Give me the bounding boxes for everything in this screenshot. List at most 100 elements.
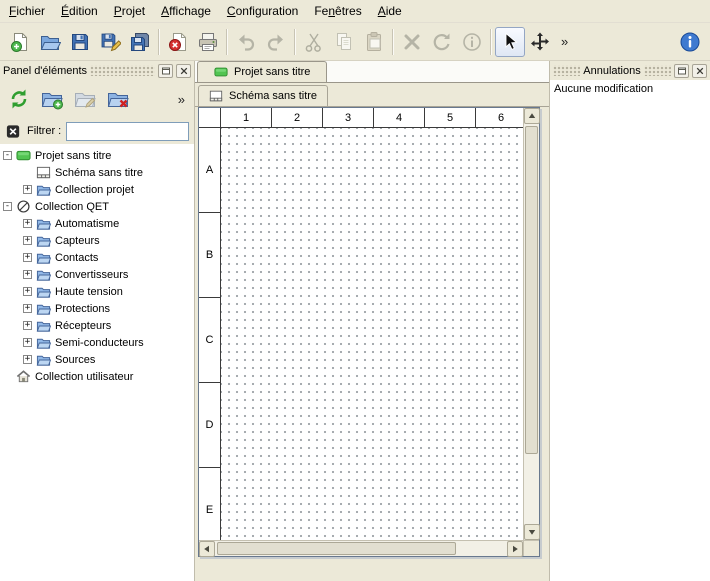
arrow-right-icon — [511, 545, 519, 553]
expand-icon[interactable]: + — [23, 219, 32, 228]
tree-item[interactable]: +Convertisseurs — [0, 266, 194, 283]
menu-configuration[interactable]: Configuration — [219, 0, 306, 22]
tree-item[interactable]: +Capteurs — [0, 232, 194, 249]
delete-category-button[interactable] — [103, 84, 133, 114]
menu-fichier[interactable]: Fichier — [1, 0, 53, 22]
collapse-icon[interactable]: - — [3, 151, 12, 160]
tree-item[interactable]: + Collection projet — [0, 181, 194, 198]
arrow-left-icon — [203, 545, 211, 553]
about-button[interactable] — [675, 27, 705, 57]
dock-close-button[interactable] — [692, 64, 707, 78]
open-project-button[interactable] — [35, 27, 65, 57]
expand-icon[interactable]: + — [23, 253, 32, 262]
menu-fenetres[interactable]: Fenêtres — [306, 0, 369, 22]
dock-handle[interactable] — [553, 65, 580, 76]
menu-edition[interactable]: Édition — [53, 0, 106, 22]
dock-float-button[interactable] — [674, 64, 689, 78]
new-category-button[interactable] — [37, 84, 67, 114]
arrow-up-icon — [528, 112, 536, 120]
expand-icon[interactable]: + — [23, 287, 32, 296]
tree-item[interactable]: -Projet sans titre — [0, 147, 194, 164]
new-project-button[interactable] — [5, 27, 35, 57]
save-as-button[interactable] — [95, 27, 125, 57]
tree-item[interactable]: +Protections — [0, 300, 194, 317]
clear-filter-icon[interactable] — [5, 123, 22, 140]
elements-panel-titlebar: Panel d'éléments — [0, 61, 194, 80]
select-tool-button[interactable] — [495, 27, 525, 57]
toolbar-separator — [158, 29, 160, 55]
expand-icon[interactable]: + — [23, 304, 32, 313]
scrollbar-corner — [523, 540, 539, 556]
collapse-icon[interactable]: - — [3, 202, 12, 211]
dock-handle[interactable] — [644, 65, 671, 76]
dock-handle[interactable] — [90, 65, 155, 76]
redo-icon — [265, 31, 287, 53]
tree-item[interactable]: - Collection QET — [0, 198, 194, 215]
scroll-down-button[interactable] — [524, 524, 540, 540]
vertical-scroll-track[interactable] — [524, 124, 539, 524]
reload-collections-button[interactable] — [4, 84, 34, 114]
save-button[interactable] — [65, 27, 95, 57]
tree-item-label: Semi-conducteurs — [55, 337, 144, 349]
project-icon — [16, 148, 31, 163]
column-header-5: 5 — [425, 108, 476, 128]
folder-icon — [36, 318, 51, 333]
menu-affichage[interactable]: Affichage — [153, 0, 219, 22]
tree-item[interactable]: Schéma sans titre — [0, 164, 194, 181]
tree-item[interactable]: +Récepteurs — [0, 317, 194, 334]
project-tab-bar: Projet sans titre — [195, 61, 549, 83]
menu-aide[interactable]: Aide — [370, 0, 410, 22]
column-header-4: 4 — [374, 108, 425, 128]
workspace: Projet sans titre Schéma sans titre 1234… — [195, 61, 549, 581]
tree-item-label: Collection utilisateur — [35, 371, 133, 383]
tree-item[interactable]: +Automatisme — [0, 215, 194, 232]
tree-item[interactable]: + Semi-conducteurs — [0, 334, 194, 351]
column-header-2: 2 — [272, 108, 323, 128]
tab-schema[interactable]: Schéma sans titre — [198, 85, 328, 106]
schema-grid[interactable] — [221, 128, 523, 540]
folder-icon — [36, 182, 51, 197]
expand-icon[interactable]: + — [23, 185, 32, 194]
schema-icon — [36, 165, 51, 180]
close-project-button[interactable] — [163, 27, 193, 57]
folder-icon — [36, 352, 51, 367]
menu-projet[interactable]: Projet — [106, 0, 153, 22]
expand-icon[interactable]: + — [23, 321, 32, 330]
tree-indent — [3, 372, 12, 381]
tree-item[interactable]: Collection utilisateur — [0, 368, 194, 385]
horizontal-scroll-track[interactable] — [215, 541, 507, 556]
tab-schema-label: Schéma sans titre — [229, 90, 317, 102]
scroll-left-button[interactable] — [199, 541, 215, 557]
tree-item-label: Collection projet — [55, 184, 134, 196]
tree-item[interactable]: +Contacts — [0, 249, 194, 266]
save-all-button[interactable] — [125, 27, 155, 57]
tree-item[interactable]: +Haute tension — [0, 283, 194, 300]
undo-panel-dock: Annulations Aucune modification — [549, 61, 710, 581]
dock-close-button[interactable] — [176, 64, 191, 78]
dock-float-button[interactable] — [158, 64, 173, 78]
filter-input[interactable] — [66, 122, 189, 141]
undo-history-list: Aucune modification — [550, 80, 710, 581]
filter-label: Filtrer : — [27, 125, 61, 137]
expand-icon[interactable]: + — [23, 355, 32, 364]
tree-item-label: Collection QET — [35, 201, 109, 213]
toolbar-overflow-button[interactable]: » — [555, 27, 574, 57]
expand-icon[interactable]: + — [23, 338, 32, 347]
expand-icon[interactable]: + — [23, 270, 32, 279]
expand-icon[interactable]: + — [23, 236, 32, 245]
panel-overflow-button[interactable]: » — [173, 84, 190, 114]
print-button[interactable] — [193, 27, 223, 57]
object-info-icon — [461, 31, 483, 53]
vertical-scroll-thumb[interactable] — [525, 126, 538, 454]
column-header-6: 6 — [476, 108, 523, 128]
scroll-up-button[interactable] — [524, 108, 540, 124]
paste-button — [359, 27, 389, 57]
schema-canvas: 123456 ABCDE — [198, 107, 540, 557]
close-project-icon — [167, 31, 189, 53]
horizontal-scroll-thumb[interactable] — [217, 542, 456, 555]
tree-item[interactable]: +Sources — [0, 351, 194, 368]
move-tool-button[interactable] — [525, 27, 555, 57]
scroll-right-button[interactable] — [507, 541, 523, 557]
tab-project[interactable]: Projet sans titre — [197, 61, 327, 82]
select-tool-icon — [499, 31, 521, 53]
